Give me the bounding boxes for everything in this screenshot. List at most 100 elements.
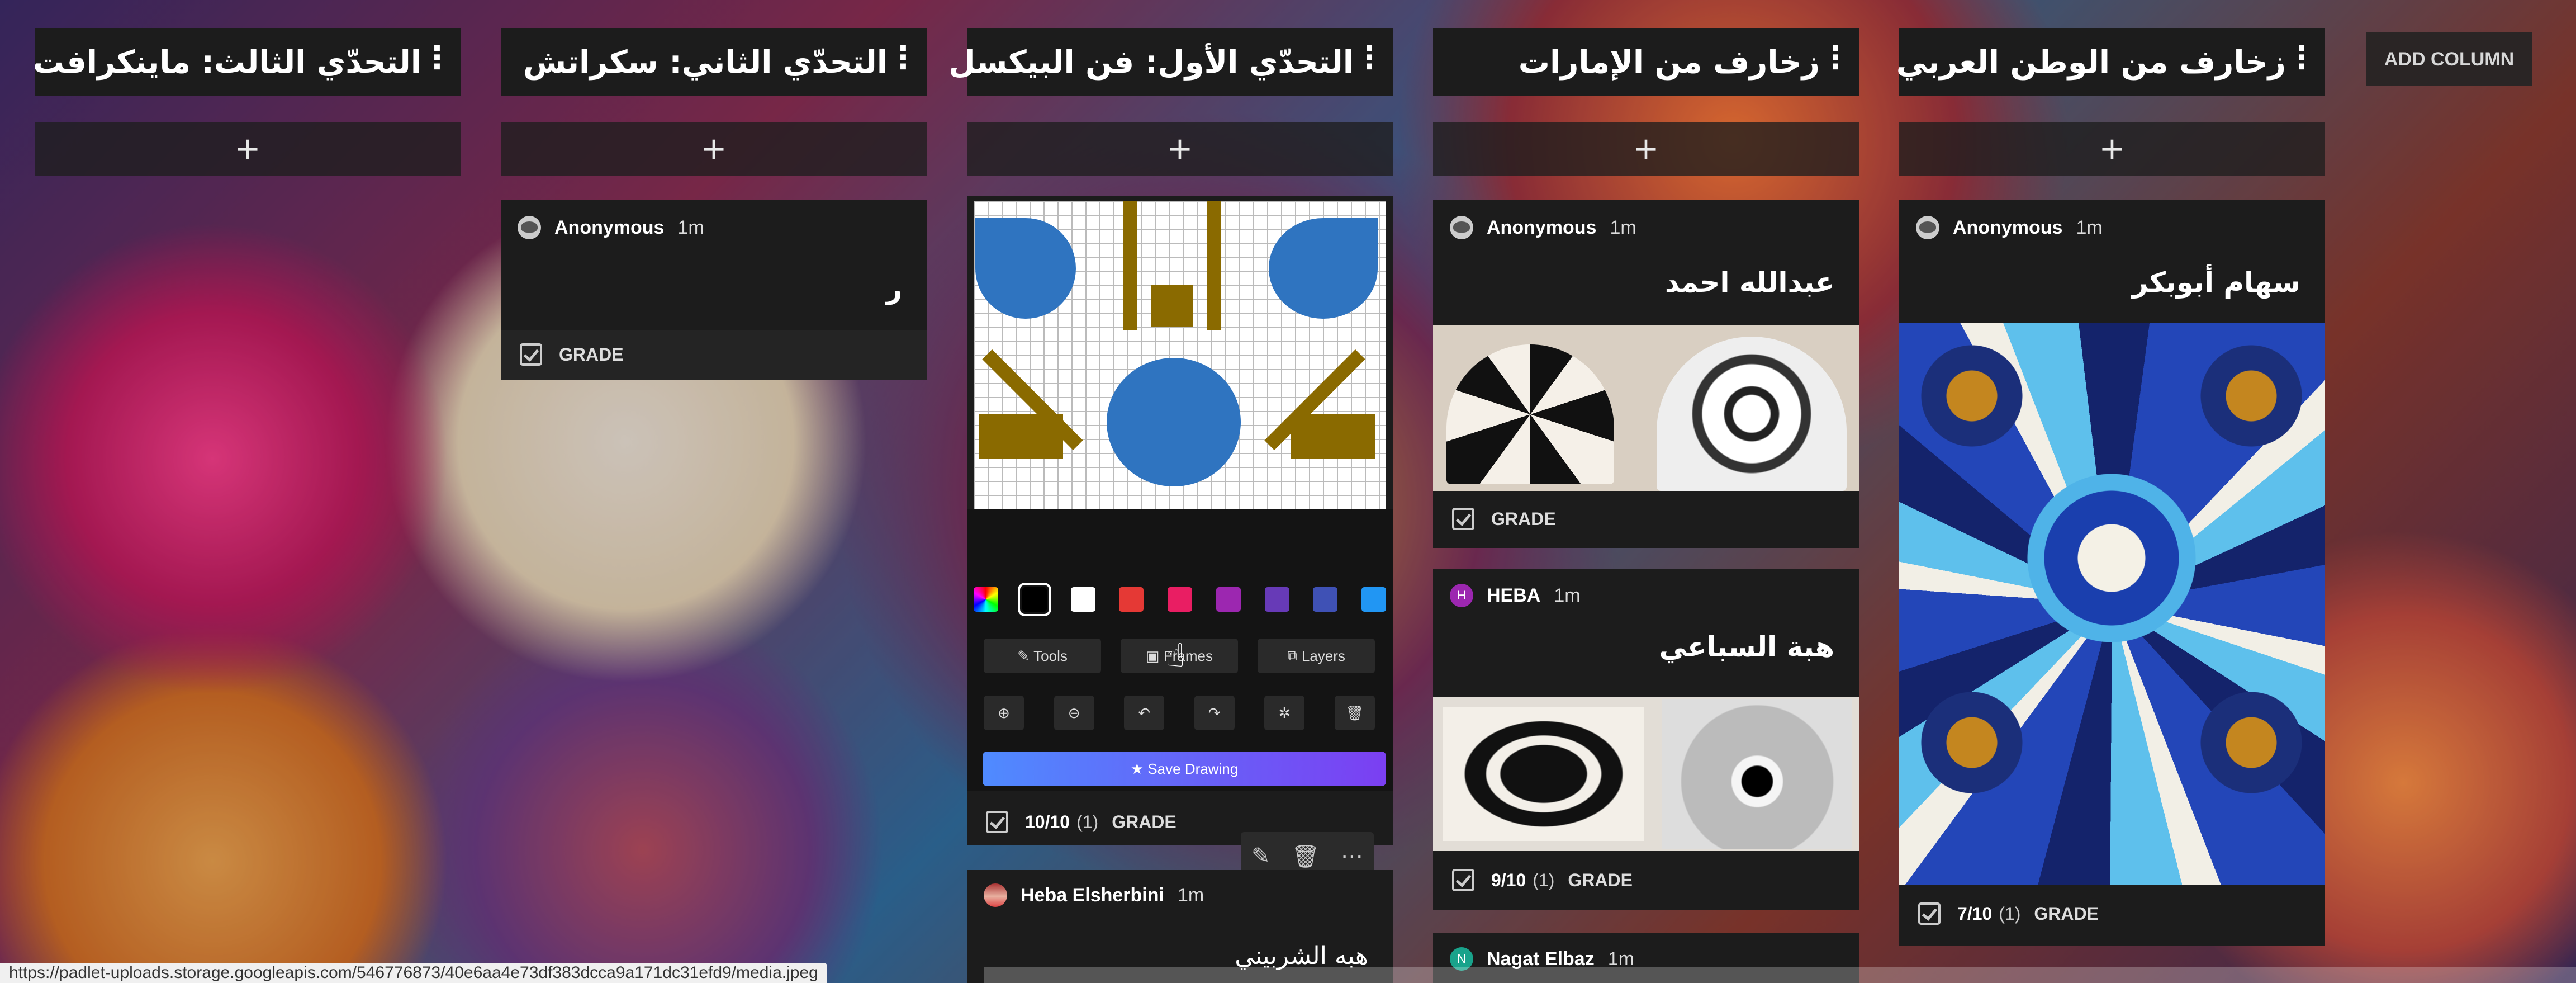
post-author: Anonymous (1953, 216, 2063, 238)
color-swatch-pink[interactable] (1168, 587, 1192, 612)
add-column-button[interactable]: ADD COLUMN (2366, 32, 2532, 86)
post-card[interactable]: Anonymous 1m ر GRADE (501, 200, 927, 380)
color-swatch-indigo[interactable] (1313, 587, 1338, 612)
column-menu-icon[interactable]: ⋮ (1354, 42, 1385, 74)
status-bar-url: https://padlet-uploads.storage.googleapi… (0, 963, 827, 983)
drawing-post-card[interactable] (967, 196, 1393, 845)
post-body: هبة السباعي (1659, 631, 1834, 663)
color-swatch-purple[interactable] (1216, 587, 1241, 612)
grade-label: GRADE (559, 344, 624, 365)
carved-panel (1662, 699, 1852, 849)
canvas-actions: ⊕ ⊖ ↶ ↷ ✲ 🗑 (984, 696, 1375, 730)
grade-button[interactable]: GRADE (1452, 502, 1556, 536)
pixel-gold (1207, 201, 1221, 330)
add-post-button[interactable]: + (35, 122, 461, 176)
window-pattern (1657, 337, 1847, 491)
more-icon[interactable]: ⋯ (1341, 843, 1363, 869)
post-meta: Anonymous 1m (518, 214, 704, 242)
column-title: التحدّي الثالث: ماينكرافت (32, 44, 421, 81)
avatar (1450, 216, 1473, 239)
column-header-arab-patterns[interactable]: زخارف من الوطن العربي ⋮ (1896, 28, 2325, 96)
grade-count: (1) (1533, 869, 1555, 890)
grade-count: (1) (1999, 903, 2021, 924)
tools-tab[interactable]: ✎ Tools (984, 639, 1101, 673)
layers-tab[interactable]: ⧉ Layers (1258, 639, 1375, 673)
color-picker-swatch[interactable] (974, 587, 998, 612)
post-author: HEBA (1487, 584, 1541, 606)
column-menu-icon[interactable]: ⋮ (2286, 42, 2317, 74)
add-post-button[interactable]: + (1433, 122, 1859, 176)
post-time: 1m (1177, 884, 1204, 906)
post-author: Nagat Elbaz (1487, 948, 1595, 970)
color-palette (974, 583, 1386, 616)
pixel-gold (1291, 414, 1375, 459)
horizontal-scrollbar[interactable] (984, 967, 2576, 983)
add-post-button[interactable]: + (1899, 122, 2325, 176)
save-drawing-label: Save Drawing (1147, 760, 1239, 777)
grade-count: (1) (1076, 811, 1099, 832)
grade-label: GRADE (2034, 903, 2099, 924)
grade-button[interactable]: 9/10 (1) GRADE (1452, 863, 1633, 897)
grade-button[interactable]: 10/10 (1) GRADE (986, 805, 1176, 839)
color-swatch-red[interactable] (1119, 587, 1144, 612)
post-body: ر (886, 273, 902, 305)
post-time: 1m (1607, 948, 1634, 970)
post-author: Heba Elsherbini (1021, 884, 1164, 906)
column-menu-icon[interactable]: ⋮ (888, 42, 919, 74)
column-title: زخارف من الوطن العربي (1896, 44, 2286, 81)
trash-icon[interactable]: 🗑 (1334, 696, 1375, 730)
grade-check-icon (986, 811, 1008, 833)
column-menu-icon[interactable]: ⋮ (1820, 42, 1851, 74)
post-image-tilework[interactable] (1899, 323, 2325, 885)
post-time: 1m (1554, 584, 1581, 606)
color-swatch-blue[interactable] (1361, 587, 1386, 612)
avatar (518, 216, 541, 239)
post-author: Anonymous (1487, 216, 1597, 238)
post-image[interactable] (1433, 697, 1859, 851)
color-swatch-deep-purple[interactable] (1264, 587, 1289, 612)
column-menu-icon[interactable]: ⋮ (421, 42, 453, 74)
column-header-scratch[interactable]: التحدّي الثاني: سكراتش ⋮ (501, 28, 927, 96)
column-title: التحدّي الثاني: سكراتش (523, 44, 888, 81)
avatar: H (1450, 584, 1473, 607)
grade-button[interactable]: 7/10 (1) GRADE (1918, 897, 2099, 930)
add-post-button[interactable]: + (967, 122, 1393, 176)
post-card[interactable]: Anonymous 1m عبدالله احمد GRADE (1433, 200, 1859, 548)
post-body: سهام أبوبكر (2132, 266, 2300, 299)
column-header-pixel-art[interactable]: التحدّي الأول: فن البيكسل ⋮ (948, 28, 1393, 96)
grade-label: GRADE (1491, 508, 1556, 529)
grade-check-icon (520, 343, 542, 366)
save-drawing-button[interactable]: ★ Save Drawing (983, 752, 1386, 786)
settings-icon[interactable]: ✲ (1264, 696, 1305, 730)
post-meta: H HEBA 1m (1450, 582, 1581, 609)
avatar (1916, 216, 1939, 239)
avatar (984, 883, 1007, 907)
zoom-in-icon[interactable]: ⊕ (984, 696, 1024, 730)
tools-label: Tools (1033, 647, 1068, 664)
post-card[interactable]: Heba Elsherbini 1m هبه الشربيني (967, 870, 1393, 983)
add-post-button[interactable]: + (501, 122, 927, 176)
hand-cursor-icon: ☝ (1165, 636, 1185, 674)
post-time: 1m (1610, 216, 1636, 238)
redo-icon[interactable]: ↷ (1194, 696, 1235, 730)
pixel-blob (975, 218, 1076, 319)
delete-icon[interactable]: 🗑 (1291, 843, 1320, 869)
window-pattern (1446, 344, 1614, 484)
grade-label: GRADE (1112, 811, 1176, 832)
post-image[interactable] (1433, 325, 1859, 491)
grade-button[interactable]: GRADE (520, 338, 624, 371)
column-header-minecraft[interactable]: التحدّي الثالث: ماينكرافت ⋮ (32, 28, 461, 96)
color-swatch-white[interactable] (1070, 587, 1095, 612)
edit-icon[interactable]: ✎ (1251, 843, 1270, 869)
zoom-out-icon[interactable]: ⊖ (1054, 696, 1094, 730)
grade-check-icon (1452, 869, 1474, 891)
color-swatch-black[interactable] (1017, 583, 1051, 616)
post-card[interactable]: H HEBA 1m هبة السباعي 9/10 (1) GRADE (1433, 569, 1859, 910)
undo-icon[interactable]: ↶ (1124, 696, 1165, 730)
grade-check-icon (1452, 508, 1474, 530)
column-header-uae-patterns[interactable]: زخارف من الإمارات ⋮ (1433, 28, 1859, 96)
post-time: 1m (2076, 216, 2103, 238)
post-card[interactable]: Anonymous 1m سهام أبوبكر 7/10 (1) GRADE (1899, 200, 2325, 946)
grade-score: 9/10 (1491, 869, 1526, 890)
layers-label: Layers (1301, 647, 1345, 664)
